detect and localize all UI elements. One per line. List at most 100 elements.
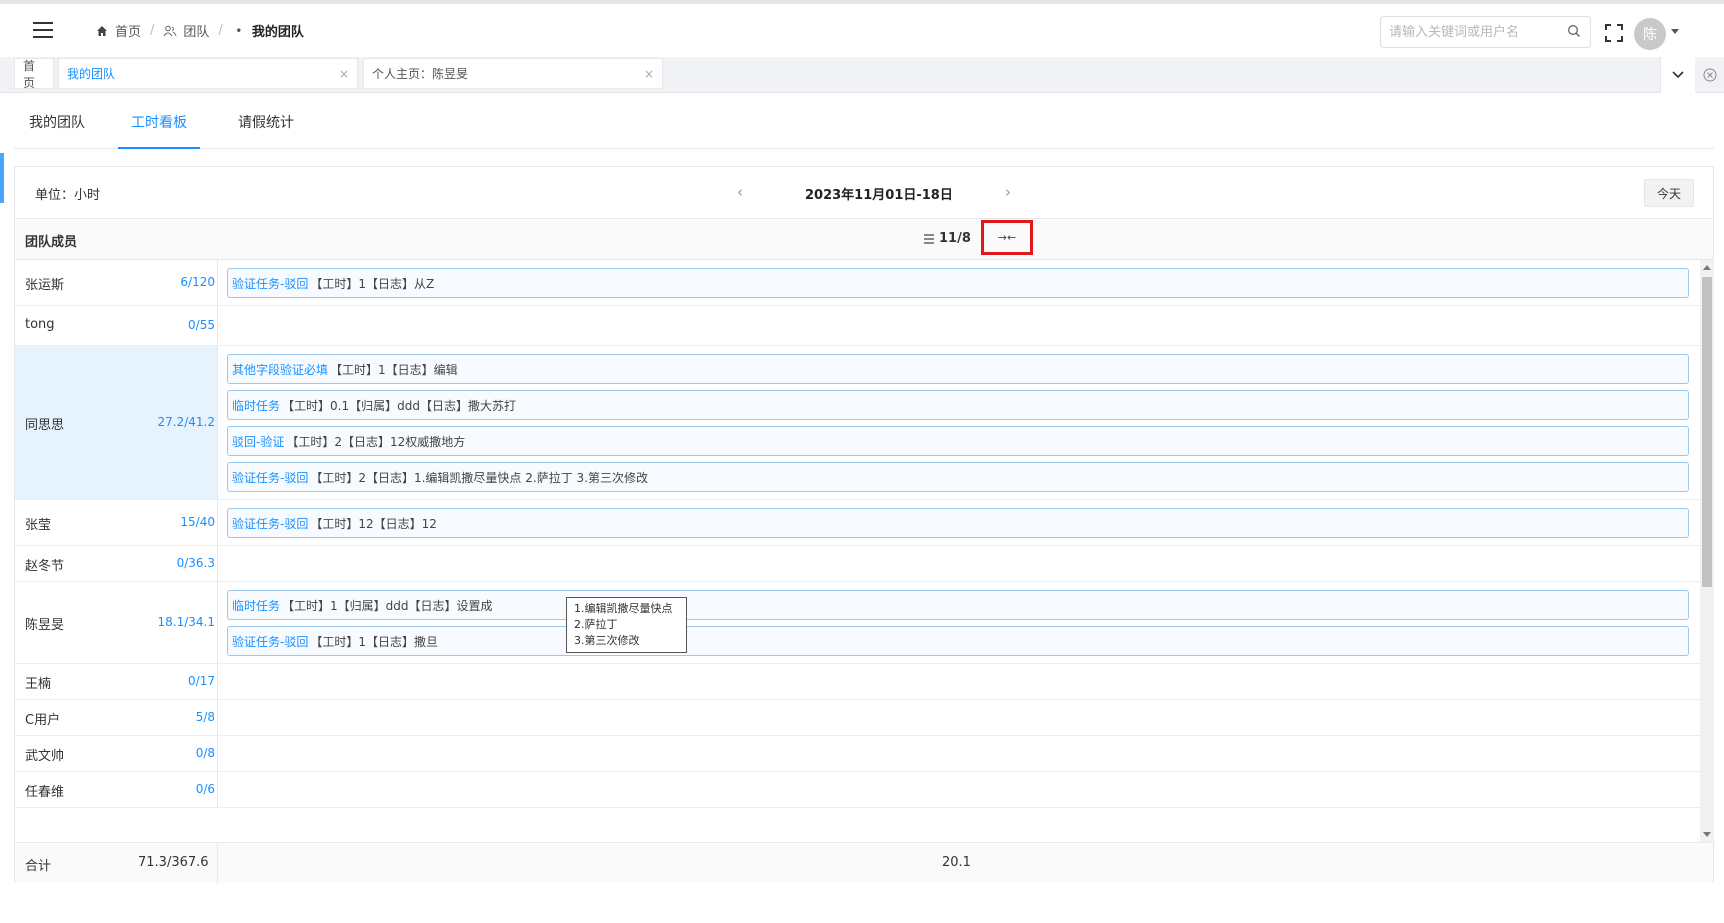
scroll-down-icon[interactable]: [1703, 832, 1711, 837]
column-divider: [217, 546, 218, 581]
table-row: 陈昱旻 18.1/34.1 临时任务 【工时】1【归属】ddd【日志】设置成 验证任务-…: [15, 582, 1701, 664]
tab-timesheet-board[interactable]: 工时看板: [118, 93, 200, 149]
worklog-entry[interactable]: 验证任务-驳回 【工时】1【日志】撒旦: [227, 626, 1689, 656]
worklog-entry[interactable]: 临时任务 【工时】0.1【归属】ddd【日志】撒大苏打: [227, 390, 1689, 420]
prev-range-button[interactable]: ‹: [737, 183, 743, 201]
date-range: 2023年11月01日-18日: [805, 188, 953, 203]
worklog-entry[interactable]: 验证任务-驳回 【工时】1【日志】从Z: [227, 268, 1689, 298]
tooltip-line: 2.萨拉丁: [574, 618, 618, 631]
task-link[interactable]: 驳回-验证: [232, 433, 284, 450]
tab-label: 首页: [23, 58, 36, 90]
scroll-up-icon[interactable]: [1703, 265, 1711, 270]
entry-detail: 【工时】1【归属】ddd【日志】设置成: [282, 598, 493, 613]
column-divider: [217, 700, 218, 735]
close-icon[interactable]: ×: [339, 67, 349, 81]
column-divider: [217, 664, 218, 699]
collapse-day-button[interactable]: →←: [981, 220, 1033, 255]
close-all-tabs-button[interactable]: [1695, 57, 1724, 93]
day-total: 20.1: [942, 855, 971, 870]
tooltip-line: 1.编辑凯撒尽量快点: [574, 602, 673, 615]
visited-tabs-bar: 首页 我的团队 × 个人主页：陈昱旻 ×: [0, 57, 1724, 93]
tab-leave-stats[interactable]: 请假统计: [238, 93, 294, 149]
table-row: 同思思 27.2/41.2 其他字段验证必填 【工时】1【日志】编辑 临时任务 【工时】0…: [15, 346, 1701, 500]
menu-toggle-icon[interactable]: [33, 22, 53, 38]
worklog-entry[interactable]: 其他字段验证必填 【工时】1【日志】编辑: [227, 354, 1689, 384]
grid-header: 团队成员 11/8 →←: [15, 219, 1713, 260]
table-row: tong 0/55: [15, 306, 1701, 346]
table-row: 赵冬节 0/36.3: [15, 546, 1701, 582]
task-link[interactable]: 临时任务: [232, 597, 280, 614]
tab-label: 个人主页：陈昱旻: [372, 67, 469, 81]
log-tooltip: 1.编辑凯撒尽量快点 2.萨拉丁 3.第三次修改: [566, 597, 687, 653]
unit-label: 单位：小时: [35, 188, 101, 203]
tab-my-team[interactable]: 我的团队 ×: [58, 58, 358, 89]
search-input[interactable]: [1380, 16, 1591, 48]
task-link[interactable]: 验证任务-驳回: [232, 469, 308, 486]
members-column: [15, 260, 217, 842]
entry-detail: 【工时】2【日志】12权威撒地方: [286, 434, 466, 449]
vertical-scrollbar[interactable]: [1700, 260, 1714, 842]
tooltip-line: 3.第三次修改: [574, 634, 640, 647]
column-divider: [217, 772, 218, 807]
table-row: C用户 5/8: [15, 700, 1701, 736]
member-entries: 验证任务-驳回 【工时】12【日志】12: [217, 500, 1701, 545]
table-row: 张莹 15/40 验证任务-驳回 【工时】12【日志】12: [15, 500, 1701, 546]
board-grid: 团队成员 11/8 →← 张运斯 6/120 验证任务-驳回 【工时】1【日志】从Z t…: [15, 219, 1714, 884]
circle-close-icon: [1703, 68, 1716, 82]
task-link[interactable]: 验证任务-驳回: [232, 633, 308, 650]
top-navbar: 首页 / 团队 / • 我的团队 陈: [0, 0, 1724, 57]
tab-my-team-sub[interactable]: 我的团队: [29, 93, 85, 149]
chevron-down-icon[interactable]: [1671, 29, 1679, 34]
day-header-label: 11/8: [939, 231, 971, 246]
list-icon: [924, 233, 934, 244]
tab-profile[interactable]: 个人主页：陈昱旻 ×: [363, 58, 663, 89]
task-link[interactable]: 验证任务-驳回: [232, 275, 308, 292]
breadcrumb-team[interactable]: 团队: [183, 21, 209, 40]
next-range-button[interactable]: ›: [1005, 183, 1011, 201]
member-entries: [217, 736, 1701, 771]
task-link[interactable]: 临时任务: [232, 397, 280, 414]
column-divider: [217, 843, 218, 884]
column-divider: [217, 500, 218, 545]
day-header: 11/8: [923, 231, 971, 246]
scroll-thumb[interactable]: [1702, 277, 1712, 587]
entry-detail: 【工时】0.1【归属】ddd【日志】撒大苏打: [282, 398, 516, 413]
totals-row: 合计 71.3/367.6 20.1: [15, 842, 1713, 884]
chevron-down-icon: [1672, 71, 1684, 79]
breadcrumb-home[interactable]: 首页: [115, 21, 141, 40]
entry-detail: 【工时】2【日志】1.编辑凯撒尽量快点 2.萨拉丁 3.第三次修改: [310, 470, 648, 485]
tabs-menu-button[interactable]: [1660, 57, 1695, 93]
tab-home[interactable]: 首页: [14, 58, 54, 90]
entry-detail: 【工时】1【日志】编辑: [330, 362, 458, 377]
task-link[interactable]: 验证任务-驳回: [232, 515, 308, 532]
members-header: 团队成员: [25, 235, 78, 250]
team-icon: [163, 24, 177, 38]
dot-icon: •: [235, 23, 243, 38]
member-entries: [217, 546, 1701, 581]
totals-value: 71.3/367.6: [138, 855, 209, 870]
column-divider: [217, 306, 218, 345]
worklog-entry[interactable]: 验证任务-驳回 【工时】2【日志】1.编辑凯撒尽量快点 2.萨拉丁 3.第三次修改: [227, 462, 1689, 492]
table-row: 任春维 0/6: [15, 772, 1701, 808]
member-entries: [217, 700, 1701, 735]
member-entries: [217, 306, 1701, 345]
breadcrumb-separator: /: [218, 23, 223, 38]
table-row: 张运斯 6/120 验证任务-驳回 【工时】1【日志】从Z: [15, 260, 1701, 306]
home-icon: [95, 24, 109, 38]
breadcrumb-separator: /: [150, 23, 155, 38]
worklog-entry[interactable]: 验证任务-驳回 【工时】12【日志】12: [227, 508, 1689, 538]
worklog-entry[interactable]: 驳回-验证 【工时】2【日志】12权威撒地方: [227, 426, 1689, 456]
column-divider: [217, 346, 218, 499]
entry-detail: 【工时】1【日志】从Z: [310, 276, 435, 291]
member-entries: 验证任务-驳回 【工时】1【日志】从Z: [217, 260, 1701, 305]
close-icon[interactable]: ×: [644, 67, 654, 81]
today-button[interactable]: 今天: [1644, 179, 1694, 207]
task-link[interactable]: 其他字段验证必填: [232, 361, 328, 378]
side-indicator: [0, 153, 4, 203]
avatar[interactable]: 陈: [1634, 18, 1666, 50]
column-divider: [217, 260, 218, 305]
fullscreen-icon[interactable]: [1605, 24, 1623, 42]
entry-detail: 【工时】12【日志】12: [310, 516, 437, 531]
search-icon[interactable]: [1567, 24, 1581, 38]
worklog-entry[interactable]: 临时任务 【工时】1【归属】ddd【日志】设置成: [227, 590, 1689, 620]
